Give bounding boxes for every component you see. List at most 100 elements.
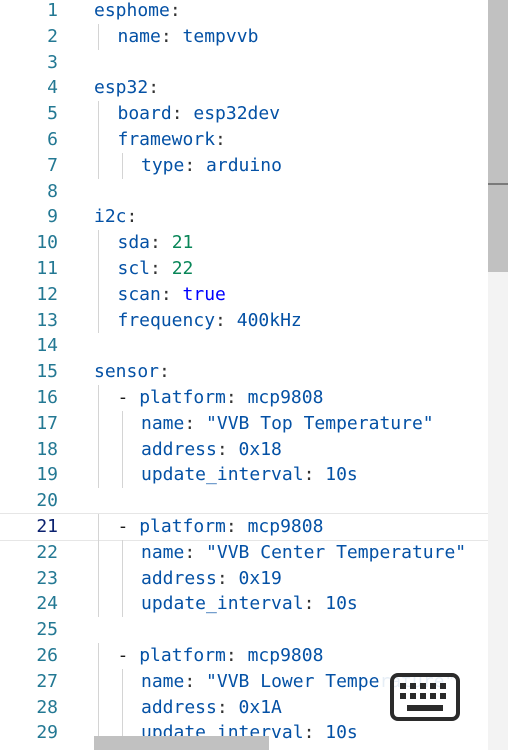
token-val-text: mcp9808 xyxy=(247,386,324,408)
code-line[interactable]: 22 name: "VVB Center Temperature" xyxy=(0,539,490,566)
code-line[interactable]: 10 sda: 21 xyxy=(0,230,490,256)
line-number: 1 xyxy=(47,0,58,21)
code-line[interactable]: 19 update_interval: 10s xyxy=(0,462,490,489)
keyboard-toggle-button[interactable] xyxy=(382,665,468,729)
code-line[interactable]: 24 update_interval: 10s xyxy=(0,591,490,618)
token-plain: : xyxy=(171,103,194,125)
indent-guide xyxy=(121,436,123,463)
code-text[interactable]: update_interval: 10s xyxy=(141,591,358,617)
indent-guide xyxy=(98,384,99,411)
code-line[interactable]: 11 scl: 22 xyxy=(0,255,490,282)
token-plain: : xyxy=(215,309,237,331)
code-line[interactable]: 20 xyxy=(0,488,490,514)
token-key: i2c xyxy=(94,206,127,228)
code-line[interactable]: 7 type: arduino xyxy=(0,152,490,179)
indent-guide xyxy=(121,694,123,721)
indent-guide xyxy=(98,513,99,540)
code-text[interactable]: frequency: 400kHz xyxy=(118,308,302,334)
code-text[interactable]: framework: xyxy=(118,127,226,153)
code-text[interactable]: name: "VVB Center Temperature" xyxy=(141,540,466,566)
indent-guide xyxy=(98,410,99,437)
indent-guide xyxy=(121,668,123,695)
token-key: address xyxy=(141,438,217,460)
code-text[interactable]: scl: 22 xyxy=(118,256,194,282)
code-line[interactable]: 12 scan: true xyxy=(0,281,490,308)
token-plain: : xyxy=(159,361,170,383)
code-line[interactable]: 8 xyxy=(0,179,490,205)
code-text[interactable]: address: 0x19 xyxy=(141,566,282,592)
token-key: scan xyxy=(117,283,161,305)
code-line[interactable]: 23 address: 0x19 xyxy=(0,565,490,592)
code-text[interactable]: esphome: xyxy=(94,0,181,24)
token-plain: : xyxy=(184,670,207,692)
code-editor[interactable]: 1 esphome: 2 name: tempvvb 3 4 esp32: 5 board: e… xyxy=(0,0,508,750)
code-line[interactable]: 16 - platform: mcp9808 xyxy=(0,384,490,411)
vertical-scrollbar[interactable] xyxy=(488,0,508,750)
code-line[interactable]: 2 name: tempvvb xyxy=(0,23,490,50)
code-line[interactable]: 15 sensor: xyxy=(0,359,490,385)
code-line[interactable]: 3 xyxy=(0,50,490,76)
token-plain: : xyxy=(216,567,239,589)
token-plain: : xyxy=(160,25,183,47)
line-number: 26 xyxy=(36,644,58,666)
code-line[interactable]: 21 - platform: mcp9808 xyxy=(0,512,490,541)
horizontal-scrollbar-thumb[interactable] xyxy=(94,736,269,750)
code-line[interactable]: 9 i2c: xyxy=(0,204,490,230)
token-key: platform xyxy=(139,515,226,537)
editor-lines[interactable]: 1 esphome: 2 name: tempvvb 3 4 esp32: 5 board: e… xyxy=(0,0,490,747)
code-line[interactable]: 5 board: esp32dev xyxy=(0,101,490,127)
code-line[interactable]: 13 frequency: 400kHz xyxy=(0,307,490,334)
code-text[interactable]: - platform: mcp9808 xyxy=(118,643,324,669)
line-number: 16 xyxy=(36,386,58,408)
indent-guide xyxy=(98,281,99,308)
line-number: 29 xyxy=(36,722,58,744)
code-text[interactable]: scan: true xyxy=(118,282,226,308)
token-val-bool: true xyxy=(182,283,226,305)
token-plain: : xyxy=(225,515,248,537)
code-line[interactable]: 17 name: "VVB Top Temperature" xyxy=(0,410,490,437)
code-text[interactable]: address: 0x1A xyxy=(141,695,282,721)
line-number: 19 xyxy=(36,464,58,486)
code-text[interactable]: sda: 21 xyxy=(118,230,194,256)
indent-guide xyxy=(98,668,99,695)
line-number: 11 xyxy=(36,257,58,279)
code-text[interactable]: i2c: xyxy=(94,204,137,230)
token-key: esp32 xyxy=(94,77,149,99)
line-number: 14 xyxy=(36,335,58,357)
code-line[interactable]: 25 xyxy=(0,617,490,643)
token-plain: : xyxy=(216,438,239,460)
token-key: name xyxy=(141,670,185,692)
code-line[interactable]: 14 xyxy=(0,333,490,359)
token-key: frequency xyxy=(117,309,216,331)
code-line[interactable]: 6 framework: xyxy=(0,126,490,153)
code-line[interactable]: 18 address: 0x18 xyxy=(0,436,490,463)
code-text[interactable]: name: "VVB Top Temperature" xyxy=(141,411,434,437)
code-text[interactable]: sensor: xyxy=(94,359,170,385)
code-text[interactable]: - platform: mcp9808 xyxy=(118,385,324,411)
token-val-text: 0x19 xyxy=(238,567,282,589)
code-text[interactable]: name: tempvvb xyxy=(118,24,259,50)
token-key: sensor xyxy=(94,361,160,383)
code-line[interactable]: 1 esphome: xyxy=(0,0,490,24)
token-val-text: 400kHz xyxy=(236,309,302,331)
token-key: framework xyxy=(117,128,216,150)
token-key: board xyxy=(117,103,172,125)
indent-guide xyxy=(98,539,99,566)
code-text[interactable]: board: esp32dev xyxy=(118,101,281,127)
code-line[interactable]: 4 esp32: xyxy=(0,75,490,101)
token-key: platform xyxy=(139,386,226,408)
code-text[interactable]: address: 0x18 xyxy=(141,437,282,463)
line-number: 8 xyxy=(47,180,58,202)
token-key: type xyxy=(141,154,185,176)
code-text[interactable]: type: arduino xyxy=(141,153,282,179)
code-text[interactable]: - platform: mcp9808 xyxy=(118,514,324,540)
token-val-text: 10s xyxy=(325,722,358,744)
token-val-text: mcp9808 xyxy=(247,515,324,537)
code-text[interactable]: update_interval: 10s xyxy=(141,462,358,488)
line-number: 20 xyxy=(36,490,58,512)
code-text[interactable]: esp32: xyxy=(94,75,159,101)
vertical-scrollbar-thumb[interactable] xyxy=(488,0,508,272)
token-plain: : xyxy=(216,696,239,718)
indent-guide xyxy=(98,152,99,179)
line-number: 6 xyxy=(47,128,58,150)
